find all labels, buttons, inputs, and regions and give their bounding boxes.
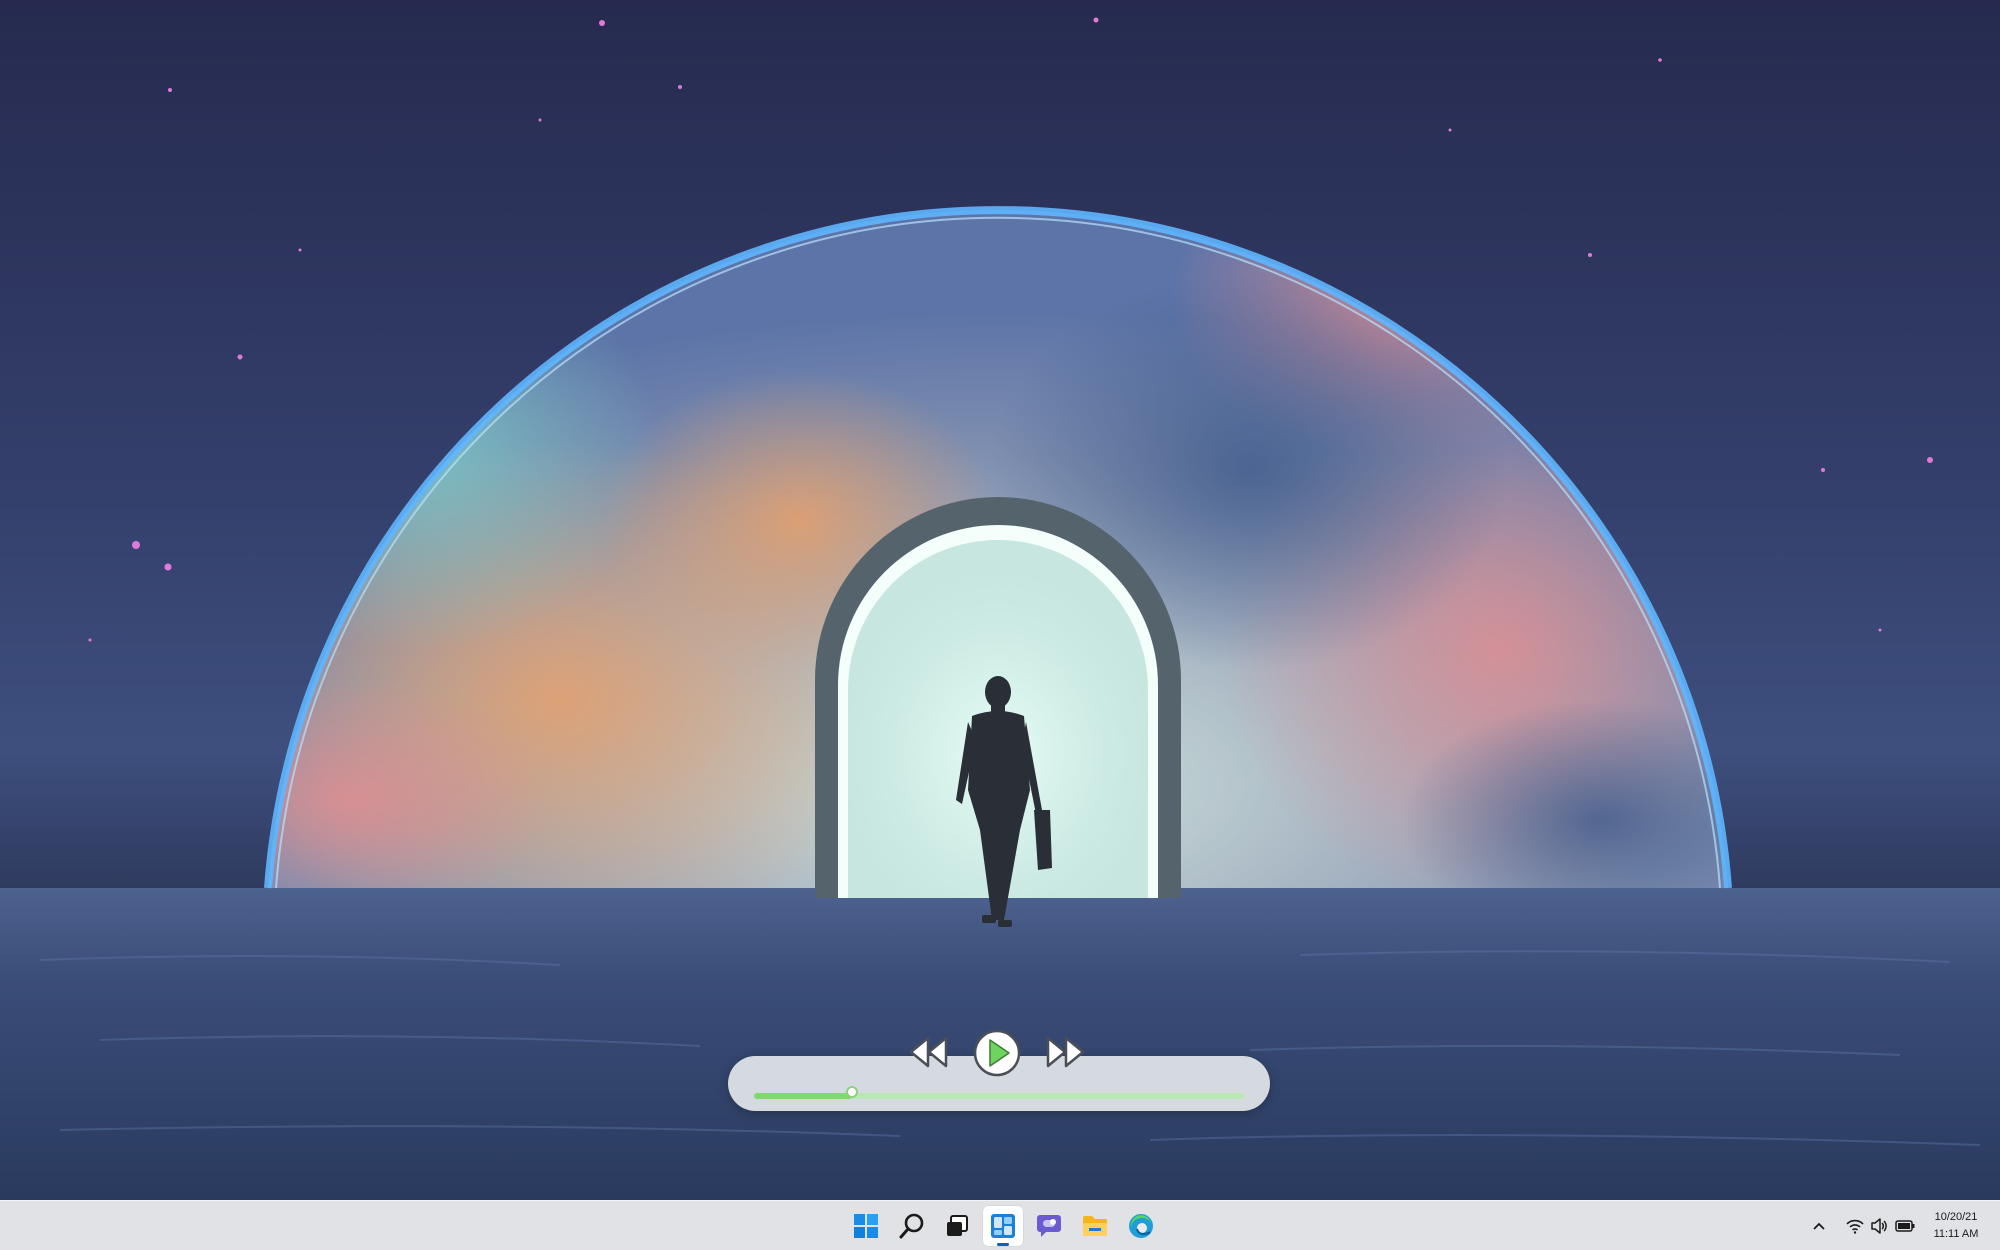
edge-browser-button[interactable]	[1121, 1206, 1161, 1246]
edge-browser-icon	[1129, 1214, 1153, 1238]
progress-thumb[interactable]	[846, 1086, 858, 1098]
folder-icon	[1083, 1216, 1107, 1236]
fast-forward-icon	[1046, 1036, 1085, 1068]
file-explorer-button[interactable]	[1075, 1206, 1115, 1246]
search-icon	[899, 1213, 924, 1239]
show-hidden-icons-button[interactable]	[1808, 1215, 1830, 1237]
wifi-status[interactable]	[1844, 1215, 1866, 1237]
rewind-icon	[909, 1036, 948, 1068]
start-button[interactable]	[846, 1206, 886, 1246]
desktop: 10/20/21 11:11 AM	[0, 0, 2000, 1250]
chat-icon	[1037, 1215, 1061, 1237]
volume-control[interactable]	[1868, 1215, 1890, 1237]
widgets-icon	[991, 1214, 1015, 1238]
clock-date: 10/20/21	[1934, 1211, 1978, 1223]
volume-icon	[1871, 1218, 1887, 1234]
fast-forward-button[interactable]	[1044, 1034, 1086, 1070]
media-player-widget	[728, 1029, 1270, 1111]
play-icon	[973, 1029, 1021, 1077]
clock-time: 11:11 AM	[1933, 1228, 1979, 1240]
taskbar: 10/20/21 11:11 AM	[0, 1200, 2000, 1250]
clock[interactable]: 10/20/21 11:11 AM	[1918, 1209, 1994, 1243]
battery-status[interactable]	[1894, 1215, 1916, 1237]
task-view-button[interactable]	[937, 1206, 977, 1246]
windows-logo-icon	[854, 1214, 878, 1238]
search-button[interactable]	[892, 1206, 932, 1246]
progress-bar[interactable]	[754, 1093, 1244, 1099]
progress-fill	[754, 1093, 852, 1099]
active-indicator	[997, 1243, 1009, 1246]
task-view-icon	[947, 1215, 968, 1236]
widgets-button[interactable]	[983, 1206, 1023, 1246]
chevron-up-icon	[1813, 1222, 1825, 1230]
chat-button[interactable]	[1029, 1206, 1069, 1246]
rewind-button[interactable]	[908, 1034, 950, 1070]
play-button[interactable]	[973, 1029, 1021, 1077]
battery-icon	[1895, 1220, 1915, 1232]
wifi-icon	[1846, 1219, 1864, 1234]
